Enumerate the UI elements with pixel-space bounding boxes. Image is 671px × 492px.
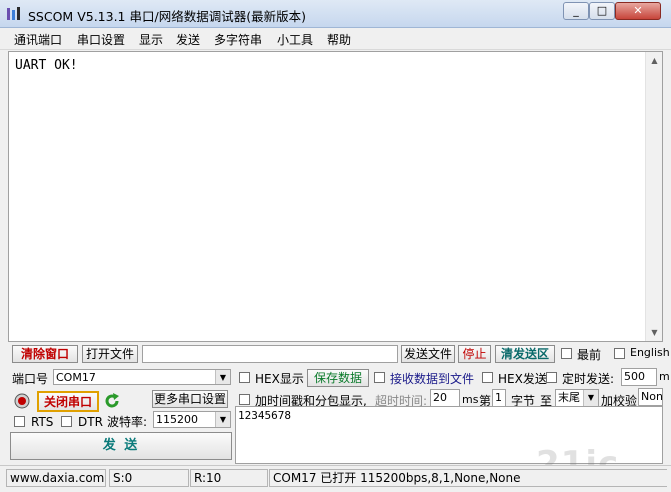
checksum-select[interactable]: None bbox=[638, 388, 663, 406]
recv-to-file-label: 接收数据到文件 bbox=[390, 372, 475, 386]
title-bar: SSCOM V5.13.1 串口/网络数据调试器(最新版本) _ □ ✕ bbox=[0, 0, 671, 28]
app-icon bbox=[6, 6, 22, 22]
topmost-label: 最前 bbox=[577, 348, 602, 362]
window-title: SSCOM V5.13.1 串口/网络数据调试器(最新版本) bbox=[28, 9, 306, 24]
topmost-checkbox[interactable] bbox=[561, 348, 572, 359]
status-port-state: COM17 已打开 115200bps,8,1,None,None bbox=[269, 469, 667, 487]
timeout-ms: ms bbox=[462, 393, 479, 406]
english-checkbox[interactable] bbox=[614, 348, 625, 359]
close-port-button[interactable]: 关闭串口 bbox=[37, 391, 99, 412]
status-website[interactable]: www.daxia.com bbox=[6, 469, 106, 487]
timestamp-checkbox[interactable] bbox=[239, 394, 250, 405]
receive-area[interactable]: UART OK! ▲ ▼ bbox=[8, 51, 663, 342]
clear-send-button[interactable]: 清发送区 bbox=[495, 345, 555, 363]
more-settings-button[interactable]: 更多串口设置 bbox=[152, 390, 228, 408]
rts-label: RTS bbox=[31, 415, 54, 429]
clear-window-button[interactable]: 清除窗口 bbox=[12, 345, 78, 363]
status-sent-count: S:0 bbox=[109, 469, 189, 487]
menu-multi-string[interactable]: 多字符串 bbox=[214, 31, 262, 48]
close-button[interactable]: ✕ bbox=[615, 2, 661, 20]
hex-display-checkbox[interactable] bbox=[239, 372, 250, 383]
menu-help[interactable]: 帮助 bbox=[327, 31, 351, 48]
timed-send-checkbox[interactable] bbox=[546, 372, 557, 383]
menu-tools[interactable]: 小工具 bbox=[277, 31, 313, 48]
open-file-button[interactable]: 打开文件 bbox=[82, 345, 138, 363]
refresh-icon[interactable] bbox=[103, 392, 121, 410]
file-path-input[interactable] bbox=[142, 345, 398, 363]
menu-comm-port[interactable]: 通讯端口 bbox=[14, 31, 62, 48]
menu-display[interactable]: 显示 bbox=[139, 31, 163, 48]
send-text: 12345678 bbox=[238, 409, 291, 422]
timed-ms-unit: m bbox=[659, 370, 670, 383]
dtr-checkbox[interactable] bbox=[61, 416, 72, 427]
chevron-down-icon[interactable]: ▼ bbox=[215, 370, 230, 384]
tail-select[interactable]: 末尾 ▼ bbox=[555, 389, 599, 407]
status-bar: www.daxia.com S:0 R:10 COM17 已打开 115200b… bbox=[0, 465, 671, 492]
chevron-down-icon[interactable]: ▼ bbox=[583, 390, 598, 406]
scroll-down-icon[interactable]: ▼ bbox=[646, 324, 663, 341]
menu-send[interactable]: 发送 bbox=[176, 31, 200, 48]
hex-send-checkbox[interactable] bbox=[482, 372, 493, 383]
english-label: English bbox=[630, 346, 670, 359]
port-select[interactable]: COM17 ▼ bbox=[53, 369, 231, 385]
rts-checkbox[interactable] bbox=[14, 416, 25, 427]
maximize-button[interactable]: □ bbox=[589, 2, 615, 20]
receive-text: UART OK! bbox=[15, 58, 78, 73]
recv-to-file-checkbox[interactable] bbox=[374, 372, 385, 383]
dtr-label: DTR bbox=[78, 415, 103, 429]
port-value: COM17 bbox=[56, 371, 96, 384]
send-button[interactable]: 发 送 bbox=[10, 432, 232, 460]
timed-send-input[interactable]: 500 bbox=[621, 368, 657, 386]
status-received-count: R:10 bbox=[190, 469, 268, 487]
port-label: 端口号 bbox=[12, 372, 49, 386]
baud-label: 波特率: bbox=[107, 415, 148, 429]
send-file-button[interactable]: 发送文件 bbox=[401, 345, 455, 363]
baud-value: 115200 bbox=[156, 413, 198, 426]
byte-index-input[interactable]: 1 bbox=[492, 389, 506, 407]
menu-bar: 通讯端口 串口设置 显示 发送 多字符串 小工具 帮助 bbox=[0, 28, 671, 50]
vertical-scrollbar[interactable]: ▲ ▼ bbox=[645, 52, 662, 341]
chevron-down-icon[interactable]: ▼ bbox=[215, 412, 230, 427]
stop-button[interactable]: 停止 bbox=[458, 345, 491, 363]
scroll-up-icon[interactable]: ▲ bbox=[646, 52, 663, 69]
tail-value: 末尾 bbox=[558, 391, 580, 404]
menu-serial-settings[interactable]: 串口设置 bbox=[77, 31, 125, 48]
hex-send-label: HEX发送 bbox=[498, 372, 547, 386]
timeout-input[interactable]: 20 bbox=[430, 389, 460, 407]
timed-send-label: 定时发送: bbox=[562, 372, 615, 386]
port-status-icon bbox=[14, 393, 30, 409]
hex-display-label: HEX显示 bbox=[255, 372, 304, 386]
minimize-button[interactable]: _ bbox=[563, 2, 589, 20]
baud-select[interactable]: 115200 ▼ bbox=[153, 411, 231, 428]
save-data-button[interactable]: 保存数据 bbox=[307, 369, 369, 387]
